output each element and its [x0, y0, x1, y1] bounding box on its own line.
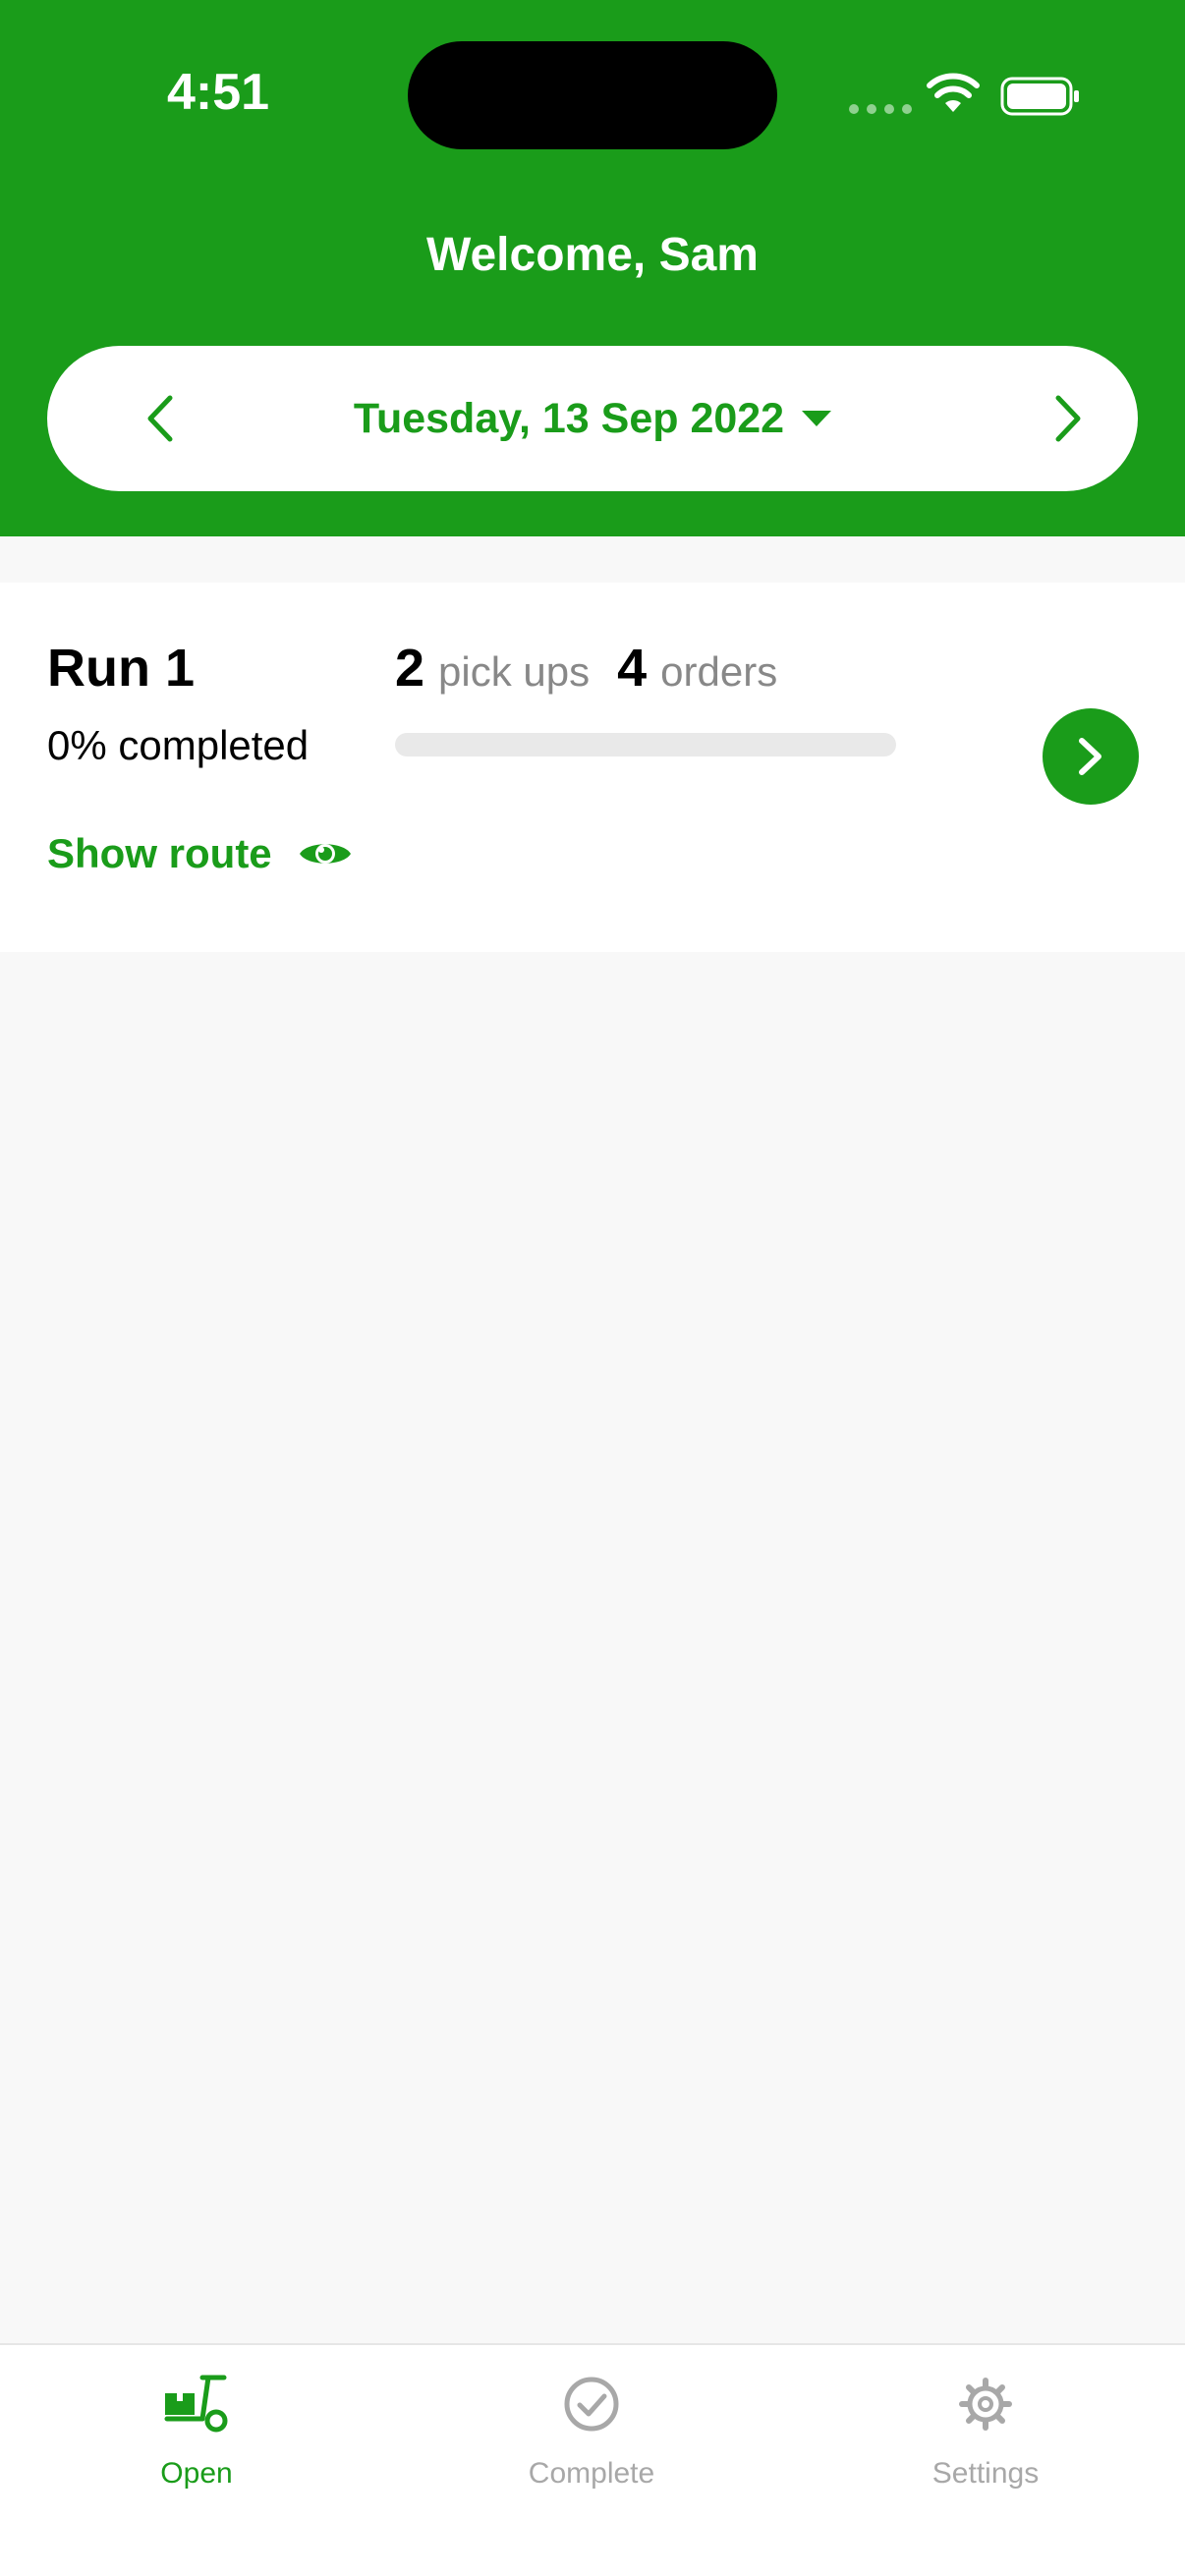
show-route-link[interactable]: Show route [47, 830, 353, 877]
status-time: 4:51 [167, 64, 270, 121]
hand-truck-icon [164, 2375, 228, 2433]
run-card[interactable]: Run 1 0% completed 2 pick ups 4 orders S… [0, 583, 1185, 952]
cellular-signal-icon [849, 104, 912, 114]
tab-open[interactable]: Open [49, 2367, 344, 2491]
eye-icon [299, 844, 351, 864]
app-screen: 4:51 Welcome, Sam Tuesday, 13 Sep 2022 R… [0, 0, 1185, 2576]
gear-icon [959, 2378, 1012, 2431]
run-completed-label: 0% completed [47, 722, 310, 768]
chevron-left-icon [147, 395, 173, 442]
tab-settings-label: Settings [931, 2457, 1040, 2490]
chevron-right-icon [1055, 395, 1081, 442]
tab-complete[interactable]: Complete [444, 2367, 739, 2491]
tab-settings[interactable]: Settings [838, 2367, 1133, 2491]
run-title: Run 1 [47, 639, 196, 698]
run-counts: 2 pick ups 4 orders [395, 638, 791, 699]
pickups-count: 2 [395, 639, 425, 698]
wifi-icon [927, 73, 980, 112]
dynamic-island [408, 41, 777, 149]
date-dropdown[interactable]: Tuesday, 13 Sep 2022 [353, 394, 832, 443]
show-route-label: Show route [47, 830, 272, 876]
pickups-label: pick ups [438, 648, 591, 695]
chevron-right-icon [1079, 738, 1101, 775]
tab-open-label: Open [160, 2457, 233, 2490]
date-picker: Tuesday, 13 Sep 2022 [47, 346, 1138, 491]
next-day-button[interactable] [1040, 385, 1099, 452]
date-label: Tuesday, 13 Sep 2022 [353, 394, 785, 442]
previous-day-button[interactable] [130, 385, 189, 452]
welcome-title: Welcome, Sam [426, 229, 759, 281]
caret-down-icon [802, 411, 832, 426]
check-circle-icon [564, 2377, 619, 2432]
orders-label: orders [660, 648, 778, 695]
orders-count: 4 [617, 639, 648, 698]
tab-complete-label: Complete [528, 2457, 655, 2490]
run-progress-bar [395, 733, 896, 756]
battery-icon [1000, 77, 1079, 116]
header: 4:51 Welcome, Sam Tuesday, 13 Sep 2022 [0, 0, 1185, 536]
open-run-button[interactable] [1043, 708, 1139, 805]
tab-bar: Open Complete Settings [0, 2343, 1185, 2576]
